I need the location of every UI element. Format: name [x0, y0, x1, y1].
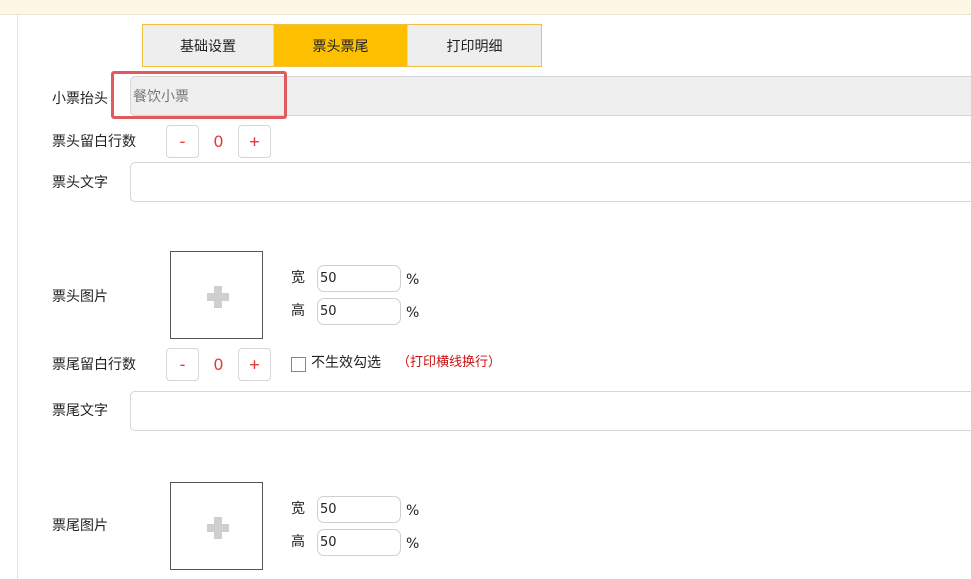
tab-print-details[interactable]: 打印明细	[407, 25, 541, 66]
header-blank-lines-plus-button[interactable]: +	[238, 125, 271, 158]
header-image-height-unit: %	[406, 305, 420, 321]
header-image-height-input[interactable]	[317, 298, 401, 325]
footer-image-upload[interactable]	[170, 482, 263, 570]
header-image-width-label: 宽	[291, 270, 305, 286]
footer-blank-lines-label: 票尾留白行数	[52, 357, 136, 373]
header-blank-lines-value: 0	[213, 132, 224, 151]
header-blank-lines-minus-button[interactable]: -	[166, 125, 199, 158]
header-image-upload[interactable]	[170, 251, 263, 339]
plus-icon	[207, 517, 229, 539]
footer-image-height-input[interactable]	[317, 529, 401, 556]
header-image-width-unit: %	[406, 272, 420, 288]
footer-blank-lines-minus-button[interactable]: -	[166, 348, 199, 381]
tab-header-footer[interactable]: 票头票尾	[273, 25, 407, 66]
header-text-label: 票头文字	[52, 175, 108, 191]
top-notice-strip	[0, 0, 971, 15]
disable-checkbox-label: 不生效勾选	[311, 355, 381, 371]
plus-icon	[207, 286, 229, 308]
header-image-height-label: 高	[291, 303, 305, 319]
header-text-input[interactable]	[130, 162, 971, 202]
settings-tabs: 基础设置 票头票尾 打印明细	[142, 24, 542, 67]
footer-image-width-unit: %	[406, 503, 420, 519]
footer-image-height-label: 高	[291, 534, 305, 550]
footer-text-label: 票尾文字	[52, 403, 108, 419]
tab-basic-settings[interactable]: 基础设置	[143, 25, 273, 66]
footer-blank-lines-stepper: - 0 +	[166, 348, 271, 381]
checkbox-note: （打印横线换行）	[397, 355, 502, 370]
footer-blank-lines-plus-button[interactable]: +	[238, 348, 271, 381]
disable-checkbox[interactable]	[291, 357, 306, 372]
footer-blank-lines-value: 0	[213, 355, 224, 374]
header-blank-lines-stepper: - 0 +	[166, 125, 271, 158]
receipt-title-input[interactable]	[130, 76, 971, 116]
header-image-label: 票头图片	[52, 289, 108, 305]
footer-image-height-unit: %	[406, 536, 420, 552]
left-divider	[17, 15, 18, 579]
header-blank-lines-label: 票头留白行数	[52, 134, 136, 150]
header-image-width-input[interactable]	[317, 265, 401, 292]
receipt-title-label: 小票抬头	[52, 91, 108, 107]
footer-image-width-input[interactable]	[317, 496, 401, 523]
footer-text-input[interactable]	[130, 391, 971, 431]
footer-image-label: 票尾图片	[52, 518, 108, 534]
footer-image-width-label: 宽	[291, 501, 305, 517]
